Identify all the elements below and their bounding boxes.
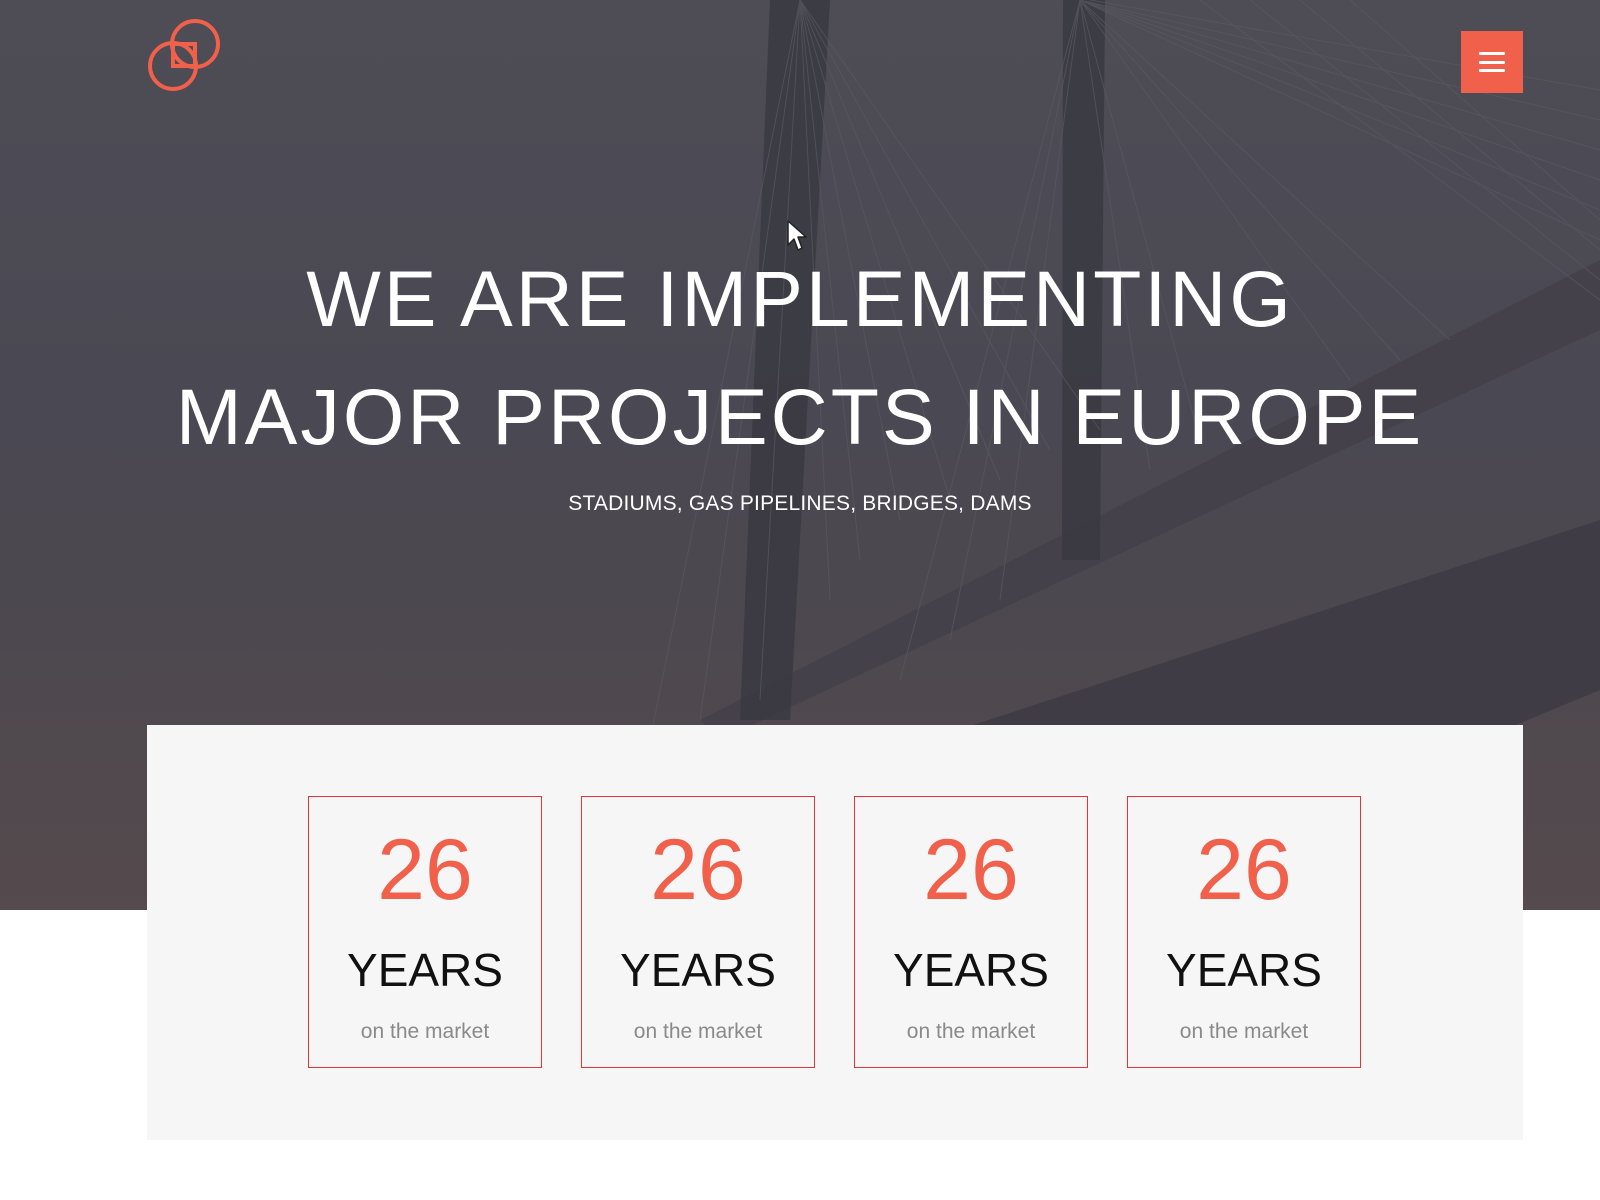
stat-number: 26 (923, 822, 1019, 918)
stat-number: 26 (650, 822, 746, 918)
stat-unit: YEARS (620, 944, 776, 996)
headline-line-1: WE ARE IMPLEMENTING (306, 254, 1294, 343)
stat-card-2: 26 YEARS on the market (581, 796, 815, 1068)
stats-panel: 26 YEARS on the market 26 YEARS on the m… (147, 725, 1523, 1140)
menu-button[interactable] (1461, 31, 1523, 93)
stat-card-3: 26 YEARS on the market (854, 796, 1088, 1068)
hamburger-menu-icon (1479, 52, 1505, 72)
linked-rings-logo-icon[interactable] (144, 16, 224, 96)
stat-caption: on the market (1179, 1020, 1309, 1043)
stat-unit: YEARS (1166, 944, 1322, 996)
stat-unit: YEARS (347, 944, 503, 996)
stat-number: 26 (1196, 822, 1292, 918)
stat-caption: on the market (360, 1020, 490, 1043)
hero-subtitle: STADIUMS, GAS PIPELINES, BRIDGES, DAMS (568, 492, 1032, 515)
stat-number: 26 (377, 822, 473, 918)
stat-caption: on the market (633, 1020, 763, 1043)
headline-line-2: MAJOR PROJECTS IN EUROPE (175, 372, 1425, 461)
stat-caption: on the market (906, 1020, 1036, 1043)
stat-unit: YEARS (893, 944, 1049, 996)
stat-card-1: 26 YEARS on the market (308, 796, 542, 1068)
stat-card-4: 26 YEARS on the market (1127, 796, 1361, 1068)
hero-headline: WE ARE IMPLEMENTING MAJOR PROJECTS IN EU… (0, 240, 1600, 476)
